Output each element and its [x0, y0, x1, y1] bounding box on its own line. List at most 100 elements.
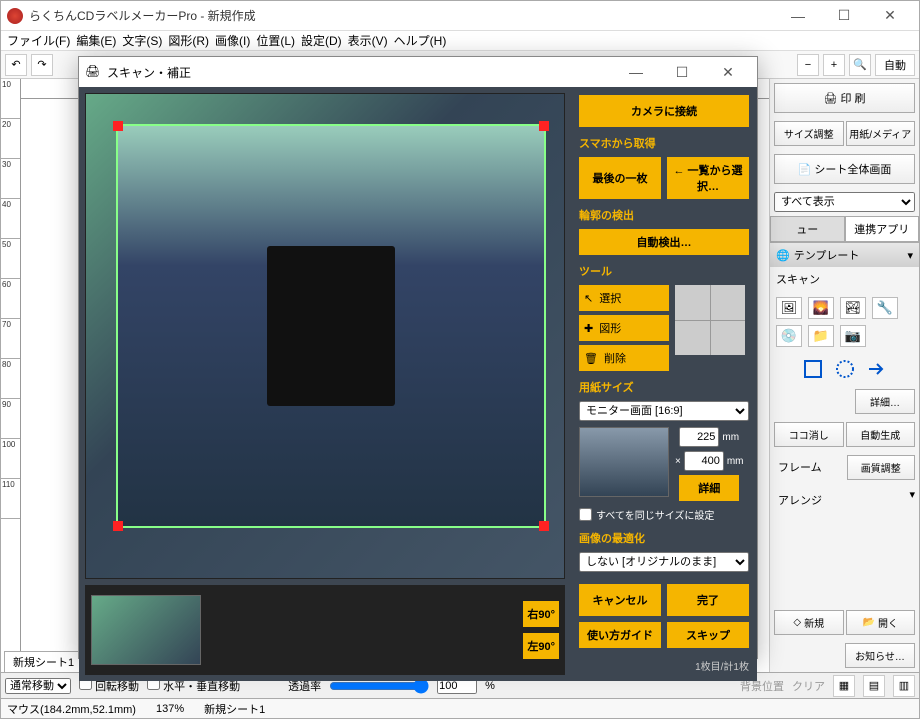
tool-shape-button[interactable]: ✚図形	[579, 315, 669, 341]
maximize-button[interactable]: ☐	[821, 1, 867, 31]
arrow-shape-icon[interactable]	[867, 359, 887, 379]
camera-icon[interactable]: 📷	[840, 325, 866, 347]
template-icon: 🌐	[776, 249, 790, 262]
minimize-button[interactable]: —	[775, 1, 821, 31]
menu-position[interactable]: 位置(L)	[256, 32, 295, 49]
rotate-right-button[interactable]: 右90°	[523, 601, 559, 627]
tab-view[interactable]: ュー	[770, 216, 845, 242]
scan-dialog: 🖨 スキャン・補正 — ☐ ✕ 右90° 左90°	[78, 56, 758, 659]
menu-edit[interactable]: 編集(E)	[76, 32, 116, 49]
sheet-tab[interactable]: 新規シート1	[4, 651, 83, 673]
menu-file[interactable]: ファイル(F)	[7, 32, 70, 49]
search-icon[interactable]: 🔍	[849, 54, 871, 76]
mouse-pos: マウス(184.2mm,52.1mm)	[7, 701, 136, 717]
diamond-icon: ◇	[793, 617, 801, 628]
main-titlebar: らくちんCDラベルメーカーPro - 新規作成 — ☐ ✕	[1, 1, 919, 31]
auto-detect-button[interactable]: 自動検出…	[579, 229, 749, 255]
paper-size-label: 用紙サイズ	[579, 379, 749, 395]
rotate-left-button[interactable]: 左90°	[523, 633, 559, 659]
koko-button[interactable]: ココ消し	[774, 422, 844, 447]
menu-shape[interactable]: 図形(R)	[168, 32, 209, 49]
rect-shape-icon[interactable]	[803, 359, 823, 379]
grid-preview	[675, 285, 745, 355]
image-icon[interactable]: 🏞	[840, 297, 866, 319]
cancel-button[interactable]: キャンセル	[579, 584, 661, 616]
crop-handle-tl[interactable]	[113, 121, 123, 131]
auto-button[interactable]: 自動	[875, 54, 915, 76]
skip-button[interactable]: スキップ	[667, 622, 749, 648]
train-silhouette	[267, 246, 395, 406]
size-detail-button[interactable]: 詳細	[679, 475, 739, 501]
close-button[interactable]: ✕	[867, 1, 913, 31]
thumbnail-strip: 右90° 左90°	[85, 585, 565, 675]
photo-icon[interactable]: 🖼	[776, 297, 802, 319]
scan-label: スキャン	[770, 267, 919, 291]
printer-icon: 🖨	[823, 92, 837, 105]
crop-handle-br[interactable]	[539, 521, 549, 531]
arrange-label: アレンジ	[774, 488, 907, 512]
sheet-full-button[interactable]: 📄 シート全体画面	[774, 154, 915, 184]
zoom-out-button[interactable]: −	[797, 54, 819, 76]
contour-label: 輪郭の検出	[579, 207, 749, 223]
scan-icon: 🖨	[85, 64, 101, 80]
size-adjust-button[interactable]: サイズ調整	[774, 121, 844, 146]
guide-button[interactable]: 使い方ガイド	[579, 622, 661, 648]
landscape-icon[interactable]: 🌄	[808, 297, 834, 319]
optimize-select[interactable]: しない [オリジナルのまま]	[579, 552, 749, 572]
dialog-maximize[interactable]: ☐	[659, 57, 705, 87]
dialog-close[interactable]: ✕	[705, 57, 751, 87]
autogen-button[interactable]: 自動生成	[846, 422, 916, 447]
cursor-icon: ↖	[584, 292, 593, 305]
height-input[interactable]	[684, 451, 724, 471]
folder-icon[interactable]: 📁	[808, 325, 834, 347]
paper-preset-select[interactable]: モニター画面 [16:9]	[579, 401, 749, 421]
display-filter-select[interactable]: すべて表示	[774, 192, 915, 212]
detail-button[interactable]: 詳細…	[855, 389, 915, 414]
zoom-in-button[interactable]: +	[823, 54, 845, 76]
open-button[interactable]: 📂 開く	[846, 610, 916, 635]
menu-view[interactable]: 表示(V)	[348, 32, 388, 49]
move-mode-select[interactable]: 通常移動	[5, 678, 71, 694]
layout-icon-2[interactable]: ▤	[863, 675, 885, 697]
tool-icon[interactable]: 🔧	[872, 297, 898, 319]
width-input[interactable]	[679, 427, 719, 447]
clear-button[interactable]: クリア	[792, 678, 825, 694]
ruler-vertical: 102030 405060 708090 100110	[1, 79, 21, 672]
layout-icon-1[interactable]: ▦	[833, 675, 855, 697]
circle-shape-icon[interactable]	[835, 359, 855, 379]
crop-handle-tr[interactable]	[539, 121, 549, 131]
chevron-down-icon[interactable]: ▾	[909, 488, 915, 512]
dialog-minimize[interactable]: —	[613, 57, 659, 87]
tool-delete-button[interactable]: 🗑削除	[579, 345, 669, 371]
menu-text[interactable]: 文字(S)	[122, 32, 162, 49]
sheet-name: 新規シート1	[204, 701, 265, 717]
tab-apps[interactable]: 連携アプリ	[845, 216, 920, 242]
quality-button[interactable]: 画質調整	[847, 455, 916, 480]
layout-icon-3[interactable]: ▥	[893, 675, 915, 697]
redo-button[interactable]: ↷	[31, 54, 53, 76]
chevron-down-icon: ▾	[907, 249, 913, 262]
undo-button[interactable]: ↶	[5, 54, 27, 76]
trash-icon: 🗑	[584, 352, 598, 365]
thumbnail[interactable]	[91, 595, 201, 665]
plus-icon: ✚	[584, 322, 593, 335]
from-phone-label: スマホから取得	[579, 135, 749, 151]
notice-button[interactable]: お知らせ…	[845, 643, 915, 668]
from-list-button[interactable]: ← 一覧から選択…	[667, 157, 749, 199]
connect-camera-button[interactable]: カメラに接続	[579, 95, 749, 127]
template-section[interactable]: 🌐 テンプレート ▾	[770, 243, 919, 267]
same-size-check[interactable]: すべてを同じサイズに設定	[579, 507, 749, 522]
menu-help[interactable]: ヘルプ(H)	[394, 32, 447, 49]
crop-handle-bl[interactable]	[113, 521, 123, 531]
menu-image[interactable]: 画像(I)	[215, 32, 250, 49]
tool-select-button[interactable]: ↖選択	[579, 285, 669, 311]
paper-media-button[interactable]: 用紙/メディア	[846, 121, 916, 146]
disc-icon[interactable]: 💿	[776, 325, 802, 347]
paper-thumbnail	[579, 427, 669, 497]
print-button[interactable]: 🖨 印 刷	[774, 83, 915, 113]
menu-settings[interactable]: 設定(D)	[301, 32, 342, 49]
new-button[interactable]: ◇ 新規	[774, 610, 844, 635]
done-button[interactable]: 完了	[667, 584, 749, 616]
last-photo-button[interactable]: 最後の一枚	[579, 157, 661, 199]
scan-preview[interactable]	[85, 93, 565, 579]
